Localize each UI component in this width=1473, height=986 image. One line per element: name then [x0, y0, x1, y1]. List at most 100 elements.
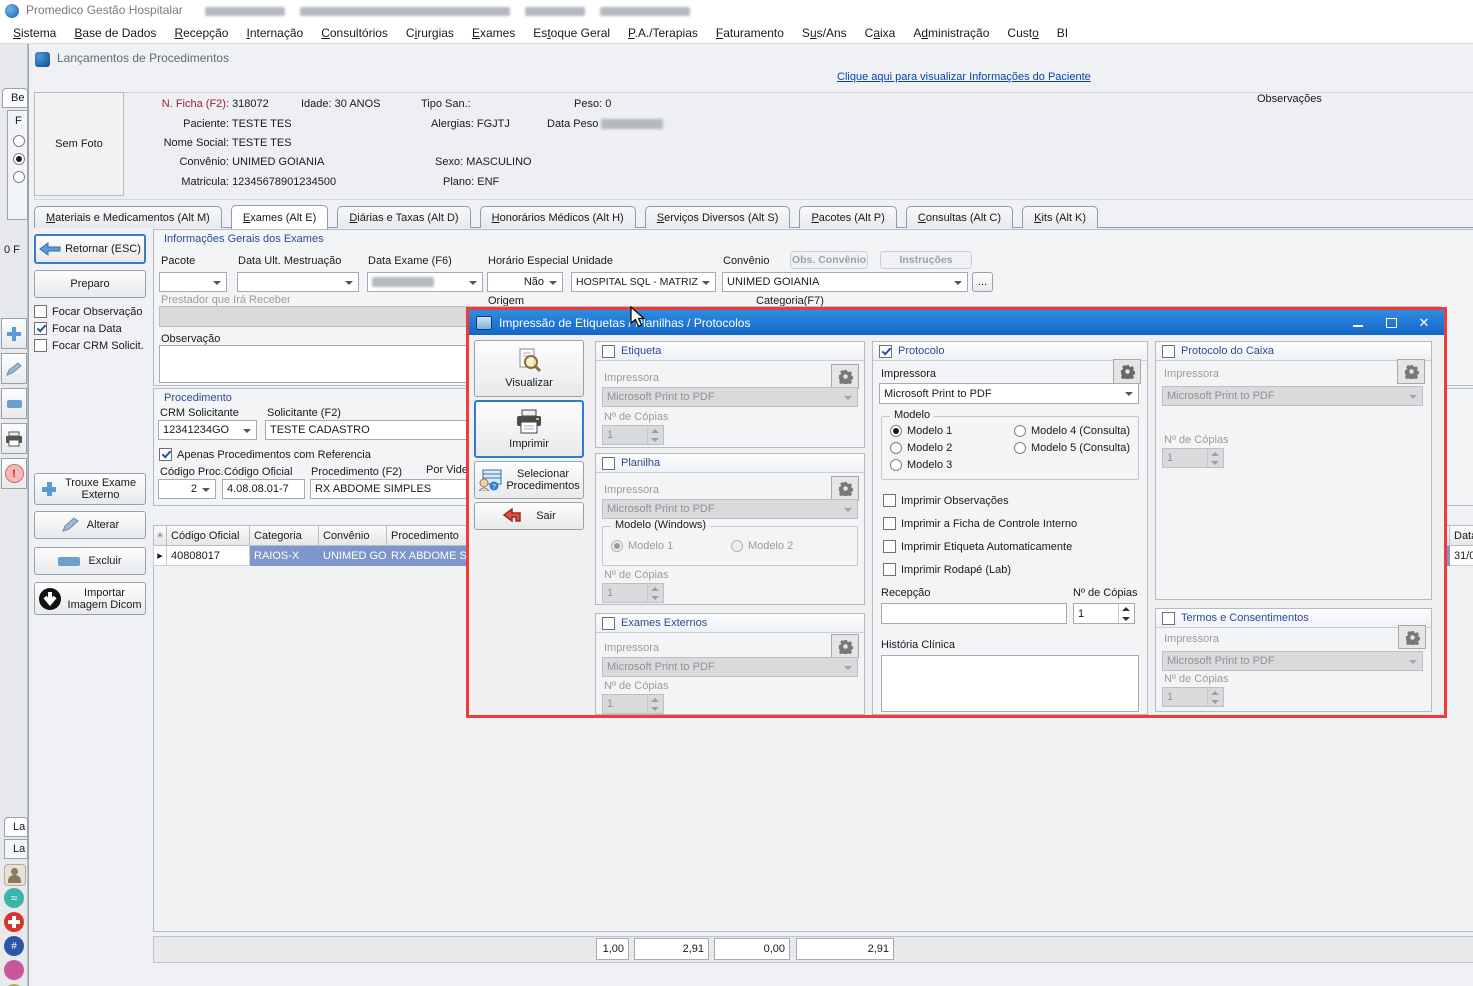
data-exame-select[interactable]: [367, 272, 483, 292]
protocolo-settings-gear-icon[interactable]: [1113, 359, 1141, 384]
preparo-button[interactable]: Preparo: [34, 270, 146, 298]
tab-exames[interactable]: Exames (Alt E): [231, 205, 328, 229]
tab-pacotes[interactable]: Pacotes (Alt P): [799, 206, 896, 228]
imprimir-rodape-checkbox[interactable]: Imprimir Rodapé (Lab): [883, 563, 1011, 576]
patient-info-link[interactable]: Clique aqui para visualizar Informações …: [837, 71, 1091, 84]
imprimir-button[interactable]: Imprimir: [474, 400, 584, 458]
focar-observacao-box[interactable]: [34, 305, 47, 318]
focar-crm-checkbox[interactable]: Focar CRM Solicit.: [34, 339, 144, 352]
etiqueta-settings-gear-icon[interactable]: [831, 364, 859, 389]
menu-estoque-geral[interactable]: Estoque Geral: [524, 26, 619, 40]
etiqueta-impressora-select[interactable]: Microsoft Print to PDF: [602, 387, 858, 407]
protocolo-caixa-checkbox[interactable]: [1162, 345, 1175, 358]
menu-exames[interactable]: Exames: [463, 26, 524, 40]
apenas-ref-box[interactable]: [159, 448, 172, 461]
exames-externos-checkbox[interactable]: [602, 617, 615, 630]
visualizar-button[interactable]: Visualizar: [474, 340, 584, 397]
horario-especial-select[interactable]: Não: [487, 272, 563, 292]
codigo-oficial-input[interactable]: 4.08.08.01-7: [222, 479, 305, 499]
left-tab-la2[interactable]: La: [4, 839, 28, 859]
protocolo-modelo2-radio[interactable]: Modelo 2: [890, 442, 952, 454]
tab-kits[interactable]: Kits (Alt K): [1022, 206, 1098, 228]
grid-cell-convenio[interactable]: UNIMED GOI: [319, 546, 387, 566]
termos-impressora-select[interactable]: Microsoft Print to PDF: [1162, 651, 1423, 671]
planilha-modelo1-radio[interactable]: Modelo 1: [611, 540, 673, 552]
etiqueta-copias-spinner[interactable]: 1: [602, 425, 664, 445]
grid-header-convenio[interactable]: Convênio: [319, 525, 387, 546]
protocolo-checkbox[interactable]: [879, 345, 892, 358]
menu-sistema[interactable]: Sistema: [4, 26, 65, 40]
planilha-impressora-select[interactable]: Microsoft Print to PDF: [602, 499, 858, 519]
recepcao-input[interactable]: [881, 603, 1067, 624]
apenas-ref-checkbox[interactable]: Apenas Procedimentos com Referencia: [159, 448, 371, 461]
tab-consultas[interactable]: Consultas (Alt C): [906, 206, 1013, 228]
termos-copias-spinner[interactable]: 1: [1162, 687, 1224, 707]
menu-caixa[interactable]: Caixa: [856, 26, 905, 40]
etiqueta-checkbox[interactable]: [602, 345, 615, 358]
menu-bi[interactable]: BI: [1048, 26, 1077, 40]
menu-cirurgias[interactable]: Cirurgias: [397, 26, 463, 40]
termos-settings-gear-icon[interactable]: [1398, 625, 1426, 649]
grid-cell-codigo[interactable]: 40808017: [167, 546, 250, 566]
instrucoes-button[interactable]: Instruções: [880, 251, 972, 269]
dialog-titlebar[interactable]: Impressão de Etiquetas / Planilhas / Pro…: [469, 310, 1444, 335]
maximize-icon[interactable]: [1378, 318, 1404, 328]
left-tool-add[interactable]: [1, 318, 27, 349]
sair-button[interactable]: Sair: [474, 502, 584, 530]
protocolo-caixa-copias-spinner[interactable]: 1: [1162, 448, 1224, 468]
protocolo-modelo4-radio[interactable]: Modelo 4 (Consulta): [1014, 425, 1130, 437]
toolbar-icon-grid[interactable]: #: [4, 936, 24, 956]
data-ult-select[interactable]: [237, 272, 359, 292]
focar-na-data-box[interactable]: [34, 322, 47, 335]
close-icon[interactable]: ✕: [1411, 315, 1437, 331]
protocolo-copias-spinner[interactable]: 1: [1073, 603, 1135, 624]
protocolo-modelo5-radio[interactable]: Modelo 5 (Consulta): [1014, 442, 1130, 454]
retornar-button[interactable]: Retornar (ESC): [34, 234, 146, 264]
tab-servicos[interactable]: Serviços Diversos (Alt S): [645, 206, 791, 228]
grid-cell-data[interactable]: 31/0: [1450, 546, 1473, 566]
left-tool-edit[interactable]: [1, 353, 27, 384]
menu-pa-terapias[interactable]: P.A./Terapias: [619, 26, 707, 40]
protocolo-modelo3-radio[interactable]: Modelo 3: [890, 459, 952, 471]
menu-sus-ans[interactable]: Sus/Ans: [793, 26, 856, 40]
toolbar-icon-cross[interactable]: [4, 912, 24, 932]
left-tool-alert[interactable]: !: [1, 458, 27, 489]
grid-header-categoria[interactable]: Categoria: [250, 525, 319, 546]
menu-consultorios[interactable]: Consultórios: [312, 26, 397, 40]
exames-externos-impressora-select[interactable]: Microsoft Print to PDF: [602, 657, 858, 677]
left-tab-la1[interactable]: La: [4, 817, 28, 837]
exam-convenio-select[interactable]: UNIMED GOIANIA: [722, 272, 968, 292]
grid-cell-categoria[interactable]: RAIOS-X: [250, 546, 319, 566]
left-radio-2[interactable]: [13, 153, 25, 165]
protocolo-modelo1-radio[interactable]: Modelo 1: [890, 425, 952, 437]
trouxe-exame-button[interactable]: Trouxe Exame Externo: [34, 473, 146, 505]
toolbar-icon-person[interactable]: [4, 864, 26, 886]
focar-observacao-checkbox[interactable]: Focar Observação: [34, 305, 142, 318]
excluir-button[interactable]: Excluir: [34, 547, 146, 575]
planilha-copias-spinner[interactable]: 1: [602, 583, 664, 603]
imprimir-observacoes-checkbox[interactable]: Imprimir Observações: [883, 494, 1009, 507]
left-radio-1[interactable]: [13, 135, 25, 147]
termos-checkbox[interactable]: [1162, 612, 1175, 625]
protocolo-caixa-impressora-select[interactable]: Microsoft Print to PDF: [1162, 386, 1423, 406]
menu-custo[interactable]: Custo: [998, 26, 1047, 40]
focar-crm-box[interactable]: [34, 339, 47, 352]
left-tool-print[interactable]: [1, 423, 27, 454]
imprimir-ficha-checkbox[interactable]: Imprimir a Ficha de Controle Interno: [883, 517, 1077, 530]
menu-internacao[interactable]: Internação: [237, 26, 312, 40]
grid-header-codigo[interactable]: Código Oficial: [167, 525, 250, 546]
codigo-proc-select[interactable]: 2: [158, 479, 216, 499]
menu-administracao[interactable]: Administração: [904, 26, 998, 40]
protocolo-caixa-settings-gear-icon[interactable]: [1397, 359, 1425, 384]
planilha-modelo2-radio[interactable]: Modelo 2: [731, 540, 793, 552]
crm-select[interactable]: 12341234GO: [158, 420, 257, 440]
unidade-select[interactable]: HOSPITAL SQL - MATRIZ: [571, 272, 716, 292]
historia-clinica-textarea[interactable]: [881, 655, 1139, 712]
toolbar-icon-pink[interactable]: [4, 960, 24, 980]
imprimir-etiqueta-auto-checkbox[interactable]: Imprimir Etiqueta Automaticamente: [883, 540, 1072, 553]
protocolo-impressora-select[interactable]: Microsoft Print to PDF: [879, 383, 1139, 404]
exames-externos-copias-spinner[interactable]: 1: [602, 694, 664, 714]
left-radio-3[interactable]: [13, 171, 25, 183]
toolbar-icon-wave[interactable]: ≈: [4, 888, 24, 908]
focar-na-data-checkbox[interactable]: Focar na Data: [34, 322, 122, 335]
